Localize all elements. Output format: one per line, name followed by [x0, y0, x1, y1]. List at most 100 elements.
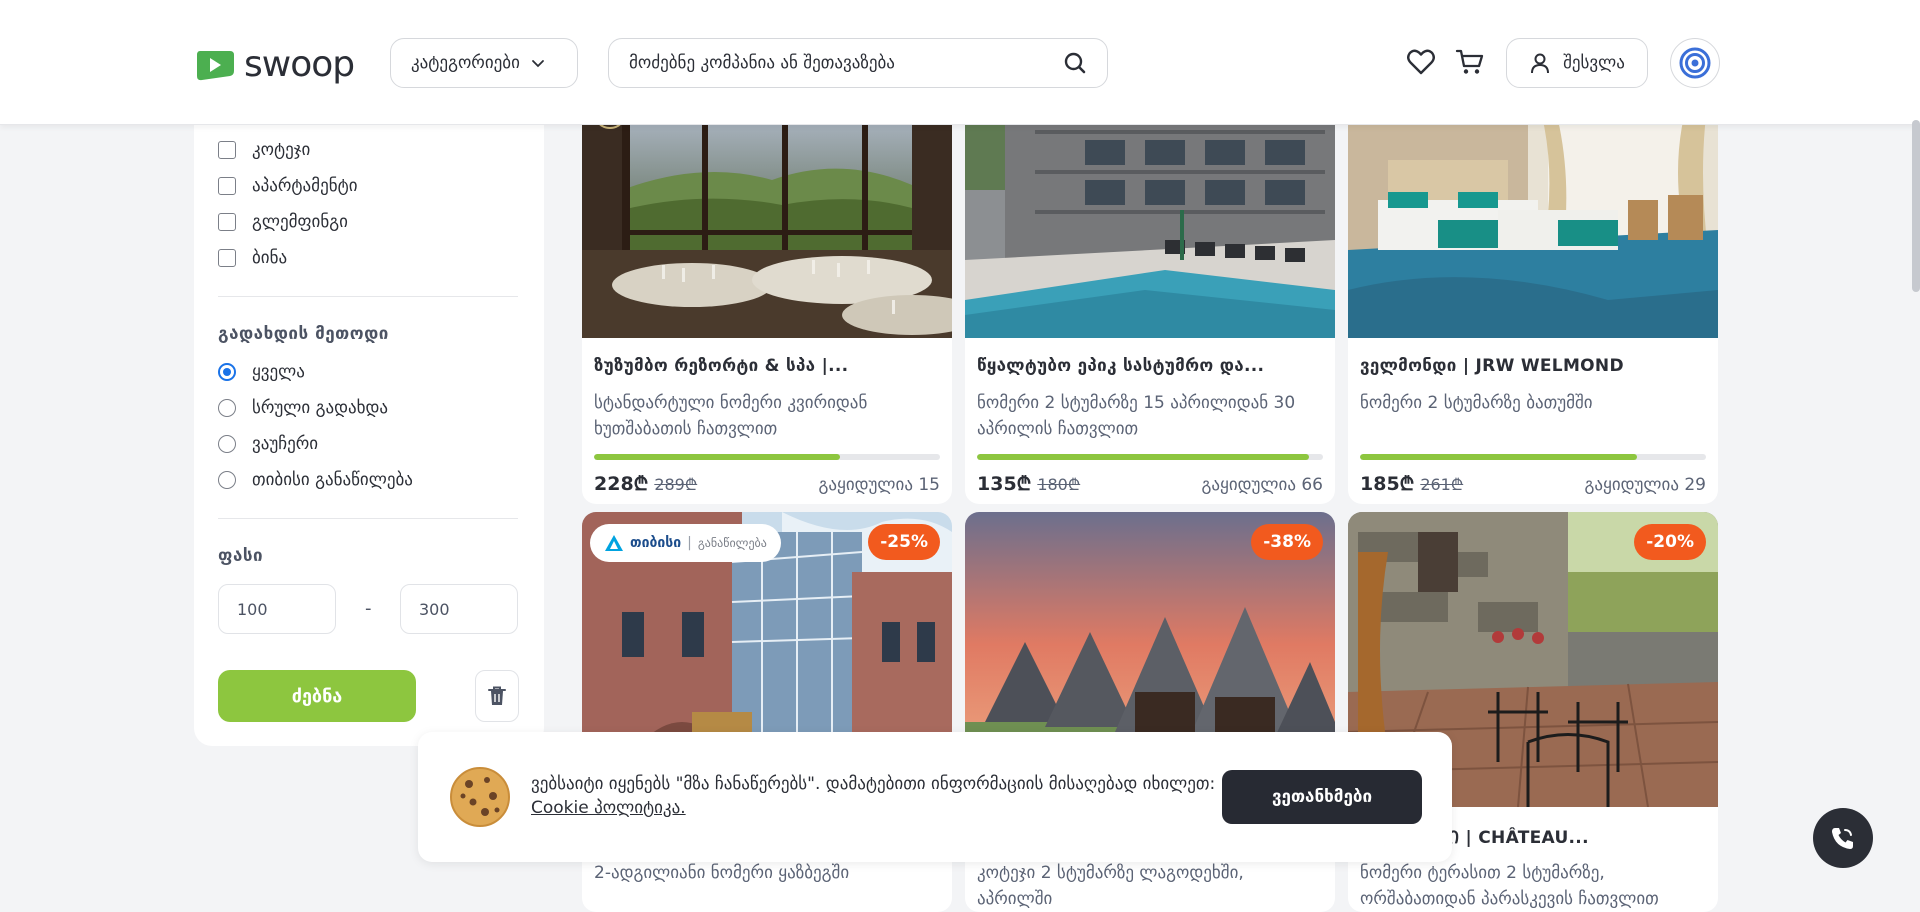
login-label: შესვლა	[1563, 53, 1625, 73]
offer-description: 2-ადგილიანი ნომერი ყაზბეგში	[594, 863, 850, 883]
payment-option-voucher[interactable]: ვაუჩერი	[218, 434, 318, 454]
sold-count: გაყიდულია 15	[818, 475, 940, 495]
offer-image[interactable]	[582, 100, 952, 338]
sold-progress-bar	[1360, 454, 1706, 460]
payment-method-title: გადახდის მეთოდი	[218, 324, 389, 344]
offer-description: კოტეჯი 2 სტუმარზე ლაგოდეხში, აპრილში	[977, 863, 1244, 909]
offer-description: ნომერი ტერასით 2 სტუმარზე, ორშაბათიდან პ…	[1360, 863, 1659, 909]
price-old: 261₾	[1420, 475, 1464, 494]
price-range-dash: -	[365, 598, 372, 619]
discount-badge: -20%	[1634, 524, 1706, 560]
cookie-icon	[450, 767, 510, 827]
offer-card[interactable]: ზუზუმბო რეზორტი & სპა |... სტანდარტული ნ…	[582, 100, 952, 504]
login-button[interactable]: შესვლა	[1506, 38, 1648, 88]
divider	[218, 296, 518, 297]
discount-badge: -38%	[1251, 524, 1323, 560]
sold-count: გაყიდულია 66	[1201, 475, 1323, 495]
cart-button[interactable]	[1452, 44, 1488, 80]
offer-image[interactable]	[965, 100, 1335, 338]
categories-label: კატეგორიები	[411, 53, 520, 73]
hotel-pool-photo	[965, 100, 1335, 338]
price-old: 289₾	[654, 475, 698, 494]
brand-avatar-button[interactable]	[1670, 38, 1720, 88]
search-icon[interactable]	[1063, 51, 1087, 75]
tbc-logo-icon	[605, 535, 623, 551]
tbc-installment-label: განაწილება	[697, 536, 767, 550]
call-button[interactable]	[1813, 808, 1873, 868]
checkbox[interactable]	[218, 141, 236, 159]
filter-checkbox-glamping[interactable]: გლემფინგი	[218, 212, 348, 232]
favorites-button[interactable]	[1404, 46, 1438, 78]
offer-title[interactable]: წყალტუბო ეპიკ სასტუმრო და...	[977, 356, 1323, 376]
sold-progress-fill	[977, 454, 1310, 460]
sold-progress-fill	[594, 454, 840, 460]
radio[interactable]	[218, 471, 236, 489]
checkbox[interactable]	[218, 213, 236, 231]
checkbox-label: აპარტამენტი	[252, 176, 358, 196]
discount-badge: -25%	[868, 524, 940, 560]
cookie-message-text: ვებსაიტი იყენებს "მზა ჩანაწერებს". დამატ…	[531, 774, 1216, 794]
search-input[interactable]	[629, 53, 1063, 73]
payment-option-all[interactable]: ყველა	[218, 362, 305, 382]
cookie-accept-button[interactable]: ვეთანხმები	[1222, 770, 1422, 824]
checkbox[interactable]	[218, 177, 236, 195]
restaurant-photo	[582, 100, 952, 338]
offer-description: სტანდარტული ნომერი კვირიდან ხუთშაბათის ჩ…	[594, 393, 868, 439]
checkbox-label: კოტეჯი	[252, 140, 311, 160]
radio[interactable]	[218, 363, 236, 381]
checkbox[interactable]	[218, 249, 236, 267]
price-max-field[interactable]: 300	[400, 584, 518, 634]
clear-filters-button[interactable]	[475, 670, 519, 722]
payment-option-installment[interactable]: თიბისი განაწილება	[218, 470, 413, 490]
radio-label: ვაუჩერი	[252, 434, 319, 454]
price-new: 228₾	[594, 473, 649, 495]
trash-icon	[488, 686, 506, 705]
swoop-logo[interactable]: swoop	[194, 44, 355, 85]
price-min-field[interactable]: 100	[218, 584, 336, 634]
price-row: 228₾ 289₾ გაყიდულია 15	[594, 470, 940, 496]
swoop-logo-icon	[197, 50, 234, 80]
target-icon	[1679, 47, 1711, 79]
filter-checkbox-flat[interactable]: ბინა	[218, 248, 287, 268]
price-row: 135₾ 180₾ გაყიდულია 66	[977, 470, 1323, 496]
offer-title[interactable]: ველმონდი | JRW WELMOND	[1360, 356, 1706, 376]
radio-label: სრული გადახდა	[252, 398, 389, 418]
logo-text: swoop	[244, 44, 355, 85]
offer-card[interactable]: წყალტუბო ეპიკ სასტუმრო და... ნომერი 2 სტ…	[965, 100, 1335, 504]
checkbox-label: ბინა	[252, 248, 288, 268]
page-scrollbar[interactable]	[1912, 120, 1920, 292]
checkbox-label: გლემფინგი	[252, 212, 348, 232]
filter-checkbox-apartment[interactable]: აპარტამენტი	[218, 176, 358, 196]
offer-description: ნომერი 2 სტუმარზე 15 აპრილიდან 30 აპრილი…	[977, 393, 1296, 439]
radio[interactable]	[218, 399, 236, 417]
payment-option-full[interactable]: სრული გადახდა	[218, 398, 388, 418]
tbc-installment-badge: თიბისი | განაწილება	[590, 524, 781, 562]
offer-description: ნომერი 2 სტუმარზე ბათუმში	[1360, 393, 1593, 413]
radio-label: ყველა	[252, 362, 305, 382]
badge-separator: |	[687, 535, 692, 551]
offer-image[interactable]	[1348, 100, 1718, 338]
chevron-down-icon	[531, 60, 544, 68]
search-bar	[608, 38, 1108, 88]
cookie-policy-link[interactable]: Cookie პოლიტიკა.	[531, 798, 686, 818]
heart-icon	[1407, 49, 1435, 75]
radio[interactable]	[218, 435, 236, 453]
categories-dropdown[interactable]: კატეგორიები	[390, 38, 578, 88]
price-new: 135₾	[977, 473, 1032, 495]
price-new: 185₾	[1360, 473, 1415, 495]
user-icon	[1531, 53, 1550, 74]
offer-title[interactable]: ზუზუმბო რეზორტი & სპა |...	[594, 356, 940, 376]
cart-icon	[1455, 49, 1484, 74]
price-old: 180₾	[1037, 475, 1081, 494]
sold-count: გაყიდულია 29	[1584, 475, 1706, 495]
sold-progress-bar	[977, 454, 1323, 460]
filter-search-button[interactable]: ძებნა	[218, 670, 416, 722]
site-header: swoop კატეგორიები შესვლა	[0, 0, 1920, 125]
offer-card[interactable]: ველმონდი | JRW WELMOND ნომერი 2 სტუმარზე…	[1348, 100, 1718, 504]
cookie-message: ვებსაიტი იყენებს "მზა ჩანაწერებს". დამატ…	[531, 772, 1231, 820]
price-title: ფასი	[218, 546, 264, 566]
divider	[218, 518, 518, 519]
filter-checkbox-cottage[interactable]: კოტეჯი	[218, 140, 310, 160]
filters-sidebar: კოტეჯი აპარტამენტი გლემფინგი ბინა გადახდ…	[194, 100, 544, 746]
hotel-room-photo	[1348, 100, 1718, 338]
